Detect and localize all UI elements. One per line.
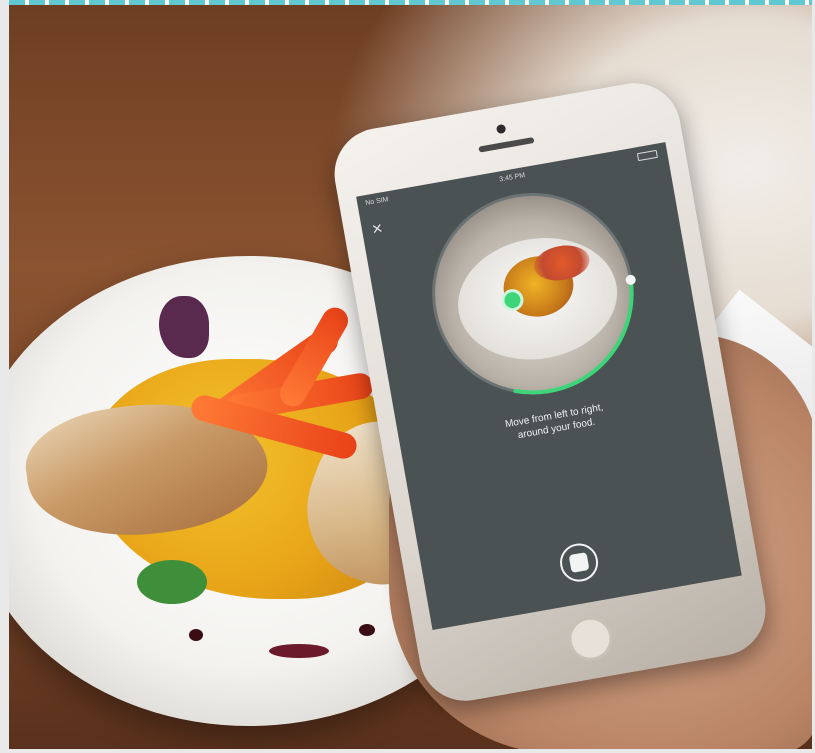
- green-puree: [137, 560, 207, 604]
- capture-button-inner: [568, 552, 590, 573]
- front-camera-icon: [495, 123, 507, 135]
- food-photo: No SIM 3:45 PM × Move from left to right…: [9, 4, 812, 749]
- balsamic-dot: [189, 629, 203, 641]
- progress-knob[interactable]: [625, 274, 637, 286]
- balsamic-dot: [359, 624, 375, 636]
- close-icon[interactable]: ×: [370, 217, 394, 240]
- top-border-stripe: [9, 0, 812, 5]
- scan-progress-ring: [432, 193, 637, 395]
- capture-button-icon[interactable]: [557, 540, 602, 585]
- phone-screen: No SIM 3:45 PM × Move from left to right…: [356, 142, 742, 631]
- garnish-rings: [269, 644, 329, 658]
- progress-arc: [513, 277, 634, 395]
- purple-garnish: [159, 296, 209, 358]
- home-button[interactable]: [564, 613, 616, 665]
- progress-track: [432, 193, 634, 395]
- earpiece: [478, 136, 535, 153]
